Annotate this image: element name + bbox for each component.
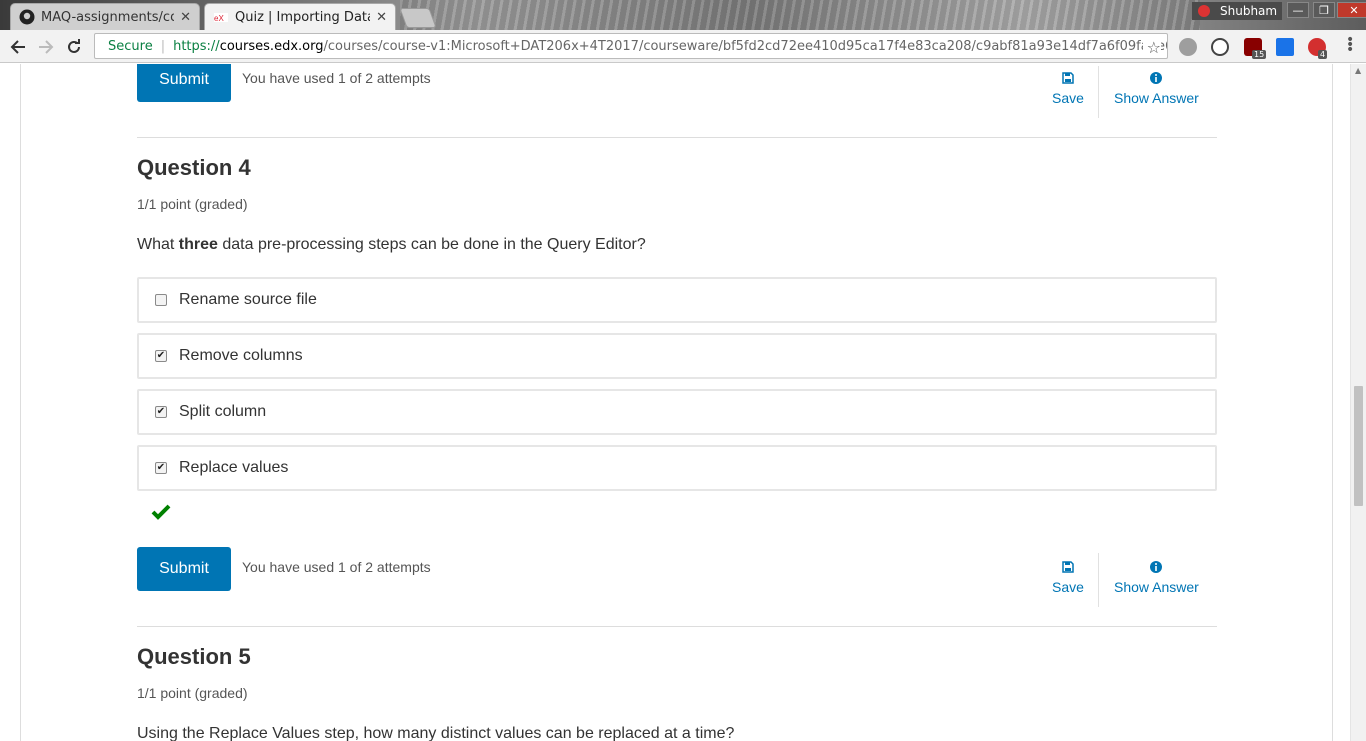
reload-icon (68, 39, 80, 53)
checkbox-checked[interactable]: ✔ (155, 462, 167, 474)
menu-dots-icon[interactable]: • • • (1346, 33, 1354, 57)
browser-titlebar: MAQ-assignments/co ✕ eX Quiz | Importing… (0, 0, 1366, 30)
correct-check-icon (151, 504, 171, 520)
question-4-title: Question 4 (137, 155, 251, 180)
choice-label: Rename source file (179, 291, 317, 308)
back-button[interactable] (7, 36, 29, 58)
question-5-points: 1/1 point (graded) (137, 685, 248, 701)
bookmark-star-icon[interactable]: ☆ (1142, 38, 1161, 57)
arrow-left-icon (10, 40, 25, 54)
question-5-title: Question 5 (137, 644, 251, 669)
profile-name: Shubham (1220, 4, 1278, 18)
save-label: Save (1052, 579, 1084, 595)
address-separator: | (160, 38, 166, 54)
choice-split-column[interactable]: ✔ Split column (137, 389, 1217, 435)
tab-quiz[interactable]: eX Quiz | Importing Data ✕ (204, 3, 396, 30)
tab-title: Quiz | Importing Data (235, 9, 371, 25)
q3-submit-button[interactable]: Submit (137, 64, 231, 102)
q3-attempts-text: You have used 1 of 2 attempts (242, 70, 431, 86)
browser-toolbar: Secure | https:// courses.edx.org /cours… (0, 30, 1366, 63)
window-background (400, 0, 1200, 30)
url-scheme: https:// (173, 38, 220, 54)
reload-button[interactable] (63, 36, 85, 58)
url-host: courses.edx.org (219, 38, 324, 54)
address-bar[interactable]: Secure | https:// courses.edx.org /cours… (94, 33, 1168, 59)
q4-submit-button[interactable]: Submit (137, 547, 231, 591)
tab-title: MAQ-assignments/co (41, 9, 175, 25)
url-path: /courses/course-v1:Microsoft+DAT206x+4T2… (323, 38, 1167, 54)
choice-rename-source-file[interactable]: Rename source file (137, 277, 1217, 323)
show-answer-label: Show Answer (1114, 579, 1199, 595)
info-icon (1150, 72, 1163, 87)
action-divider (1098, 66, 1099, 118)
q4-show-answer-button[interactable]: Show Answer (1114, 561, 1199, 595)
choice-label: Replace values (179, 459, 289, 476)
speedometer-icon[interactable] (1211, 38, 1229, 56)
close-tab-icon[interactable]: ✕ (376, 10, 387, 25)
svg-text:eX: eX (214, 14, 224, 23)
scrollbar-thumb[interactable] (1354, 386, 1363, 506)
question-4-points: 1/1 point (graded) (137, 196, 248, 212)
choice-label: Split column (179, 403, 267, 420)
show-answer-label: Show Answer (1114, 90, 1199, 106)
checkbox-checked[interactable]: ✔ (155, 406, 167, 418)
checkbox-unchecked[interactable] (155, 294, 167, 306)
prompt-text: data pre-processing steps can be done in… (217, 236, 646, 253)
question-divider (137, 626, 1217, 627)
checkbox-checked[interactable]: ✔ (155, 350, 167, 362)
profile-button[interactable]: Shubham (1192, 2, 1282, 20)
choice-remove-columns[interactable]: ✔ Remove columns (137, 333, 1217, 379)
arrow-right-icon (39, 40, 54, 54)
restore-button[interactable]: ❐ (1313, 2, 1335, 18)
page-viewport: Submit You have used 1 of 2 attempts Sav… (0, 64, 1366, 741)
opera-badge: 4 (1318, 50, 1328, 59)
tab-github[interactable]: MAQ-assignments/co ✕ (10, 3, 200, 30)
edx-icon: eX (214, 13, 228, 23)
q4-attempts-text: You have used 1 of 2 attempts (242, 559, 431, 575)
extension-1-icon[interactable] (1179, 38, 1197, 56)
forward-button[interactable] (35, 36, 57, 58)
profile-avatar-icon (1198, 5, 1210, 17)
save-label: Save (1052, 90, 1084, 106)
ublock-badge: 15 (1252, 50, 1267, 59)
save-icon (1062, 72, 1074, 87)
github-icon (19, 9, 35, 25)
q4-save-button[interactable]: Save (1052, 561, 1084, 595)
info-icon (1150, 561, 1163, 576)
question-divider (137, 137, 1217, 138)
question-5-prompt: Using the Replace Values step, how many … (137, 725, 735, 741)
save-icon (1062, 561, 1074, 576)
close-window-button[interactable]: ✕ (1337, 2, 1366, 18)
extension-blue-icon[interactable] (1276, 38, 1294, 56)
page-scrollbar[interactable]: ▲ (1350, 64, 1366, 741)
prompt-text: What (137, 236, 179, 253)
choice-replace-values[interactable]: ✔ Replace values (137, 445, 1217, 491)
minimize-button[interactable]: — (1287, 2, 1309, 18)
prompt-emphasis: three (178, 236, 218, 253)
choice-label: Remove columns (179, 347, 303, 364)
close-tab-icon[interactable]: ✕ (180, 10, 191, 25)
question-4-prompt: What three data pre-processing steps can… (137, 236, 646, 254)
action-divider (1098, 553, 1099, 607)
secure-label: Secure (108, 38, 153, 54)
scroll-up-icon[interactable]: ▲ (1355, 66, 1361, 75)
q3-save-button[interactable]: Save (1052, 72, 1084, 106)
q3-show-answer-button[interactable]: Show Answer (1114, 72, 1199, 106)
